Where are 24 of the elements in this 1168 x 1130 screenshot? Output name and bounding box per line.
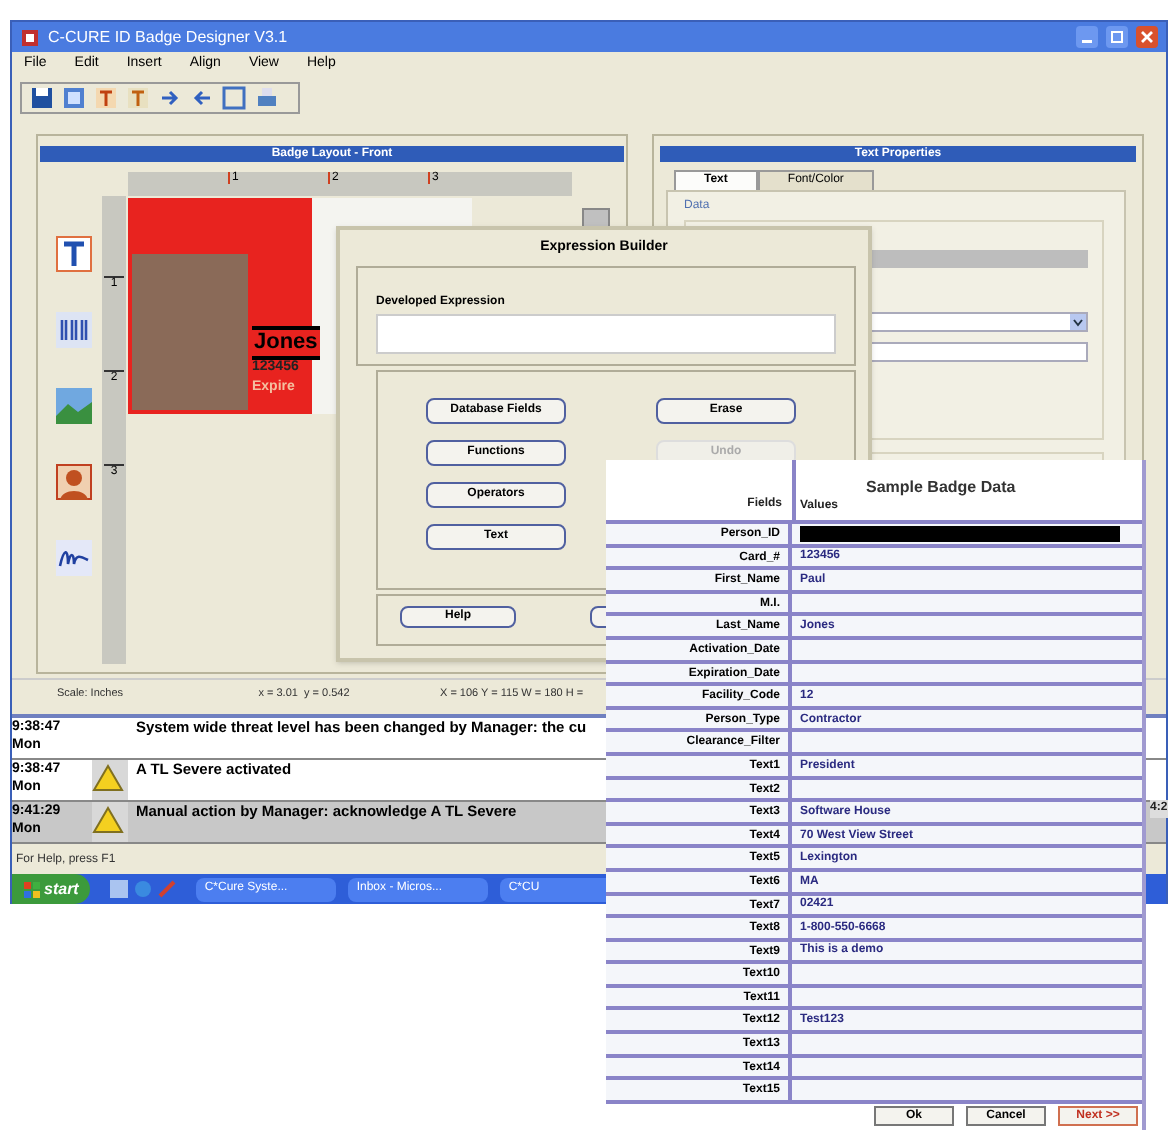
frame-icon[interactable] (222, 86, 246, 110)
name-text: Jones (252, 326, 320, 360)
dropdown-caret-icon[interactable] (1070, 314, 1086, 330)
dialog-title: Sample Badge Data (866, 476, 1016, 500)
arrow-icon[interactable] (190, 86, 214, 110)
page-icon[interactable] (62, 86, 86, 110)
text-icon[interactable] (126, 86, 150, 110)
minimize-icon[interactable] (1076, 26, 1098, 48)
printer-icon[interactable] (254, 86, 278, 110)
close-icon[interactable] (1136, 26, 1158, 48)
app-icon[interactable] (20, 27, 40, 47)
text-icon[interactable] (94, 86, 118, 110)
barcode-icon[interactable] (56, 312, 92, 348)
text-tool-icon[interactable] (56, 236, 92, 272)
windows-logo-icon[interactable] (24, 881, 40, 897)
maximize-icon[interactable] (1106, 26, 1128, 48)
window-title: C-CURE ID Badge Designer V3.1 (48, 25, 290, 49)
start-button[interactable]: start (12, 874, 91, 904)
arrow-icon[interactable] (158, 86, 182, 110)
portrait-icon[interactable] (56, 464, 92, 500)
desktop-icon[interactable] (110, 880, 129, 898)
input-field[interactable] (376, 314, 836, 354)
save-icon[interactable] (30, 86, 54, 110)
signature-icon[interactable] (56, 540, 92, 576)
